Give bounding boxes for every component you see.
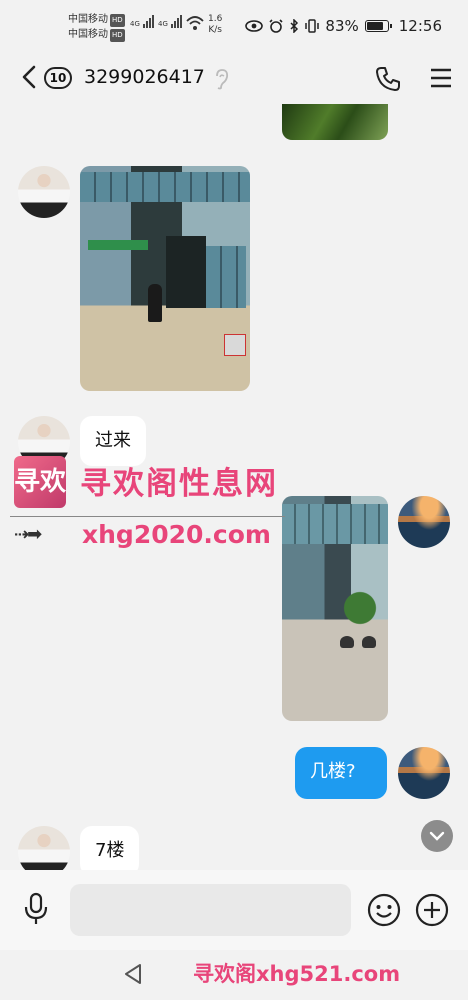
net-speed-unit: K/s (208, 25, 222, 35)
contact-name[interactable]: 3299026417 (84, 66, 205, 88)
my-avatar[interactable] (398, 747, 450, 799)
add-icon[interactable] (414, 892, 450, 928)
watermark-bottom: 寻欢阁xhg521.com (193, 962, 401, 986)
carrier-2-label: 中国移动 (68, 29, 108, 40)
alarm-icon (269, 19, 283, 33)
menu-icon[interactable] (430, 68, 452, 88)
network-type-1: 4G (130, 20, 140, 28)
eye-icon (245, 20, 264, 32)
carrier-2: 中国移动 HD (68, 28, 125, 42)
ear-icon[interactable] (212, 68, 230, 90)
hd-badge-1: HD (110, 14, 125, 27)
message-image-street[interactable] (80, 166, 250, 391)
message-image-trees[interactable] (282, 104, 388, 140)
network-type-2: 4G (158, 20, 168, 28)
signal-icon-2: 4G (158, 15, 182, 28)
status-bar: 中国移动 HD 中国移动 HD 4G 4G 1.6 K/s 83% 12:56 (0, 0, 468, 48)
bluetooth-icon (290, 19, 299, 33)
system-nav-bar: 寻欢阁xhg521.com (0, 950, 468, 1000)
message-image-plaza[interactable] (282, 496, 388, 721)
phone-call-icon[interactable] (375, 66, 401, 92)
watermark-url: xhg2020.com (82, 520, 271, 549)
net-speed-value: 1.6 (208, 14, 223, 24)
clock: 12:56 (398, 17, 442, 35)
message-bubble-incoming[interactable]: 7楼 (80, 826, 140, 870)
chevron-down-icon (429, 831, 445, 841)
message-bubble-outgoing[interactable]: 几楼? (295, 747, 387, 799)
arrow-icon: ⇢➡ (14, 524, 42, 545)
my-avatar[interactable] (398, 496, 450, 548)
watermark-divider (10, 516, 285, 517)
contact-avatar[interactable] (18, 166, 70, 218)
emoji-icon[interactable] (366, 892, 402, 928)
back-icon[interactable] (20, 64, 38, 90)
microphone-icon[interactable] (22, 892, 50, 926)
chat-header: 10 3299026417 (0, 52, 468, 104)
watermark-logo: 寻欢 (14, 456, 66, 508)
nav-back-icon[interactable] (122, 962, 144, 986)
battery-percent: 83% (325, 17, 359, 35)
watermark: 寻欢 寻欢阁性息网 ⇢➡ xhg2020.com (10, 452, 295, 562)
battery-icon (364, 20, 392, 32)
signal-icon-1: 4G (130, 15, 154, 28)
hd-badge-2: HD (110, 29, 125, 42)
carrier-1: 中国移动 HD (68, 13, 125, 27)
input-bar (0, 870, 468, 950)
contact-avatar[interactable] (18, 826, 70, 870)
wifi-icon (186, 16, 204, 30)
carrier-1-label: 中国移动 (68, 14, 108, 25)
message-input[interactable] (70, 884, 351, 936)
watermark-title: 寻欢阁性息网 (80, 466, 278, 502)
unread-count-badge[interactable]: 10 (44, 67, 72, 89)
scroll-to-bottom-button[interactable] (421, 820, 453, 852)
vibrate-icon (305, 19, 320, 33)
net-speed: 1.6 K/s (208, 14, 222, 36)
status-right: 83% 12:56 (245, 17, 442, 35)
